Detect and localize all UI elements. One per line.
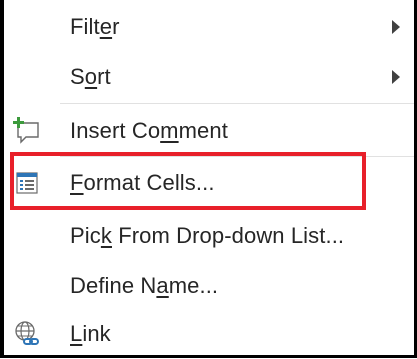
- context-menu: Filter Sort Insert Comment Format Cells.…: [0, 0, 417, 358]
- link-icon: [12, 319, 42, 349]
- insert-comment-icon: [12, 116, 42, 146]
- menu-item-label: Pick From Drop-down List...: [70, 223, 345, 248]
- submenu-arrow-icon: [392, 20, 400, 34]
- menu-separator: [60, 103, 414, 104]
- menu-item-label: Format Cells...: [70, 170, 215, 195]
- menu-item-insert-comment[interactable]: Insert Comment: [4, 106, 414, 156]
- menu-separator: [60, 156, 414, 157]
- menu-item-link[interactable]: Link: [4, 309, 414, 359]
- menu-item-filter[interactable]: Filter: [4, 2, 414, 52]
- menu-item-pick-from-list[interactable]: Pick From Drop-down List...: [4, 211, 414, 261]
- menu-item-label: Link: [70, 321, 111, 346]
- menu-item-label: Sort: [70, 64, 111, 89]
- menu-item-label: Insert Comment: [70, 118, 228, 143]
- menu-item-label: Filter: [70, 14, 120, 39]
- menu-item-format-cells[interactable]: Format Cells...: [4, 158, 414, 208]
- menu-item-sort[interactable]: Sort: [4, 52, 414, 102]
- submenu-arrow-icon: [392, 70, 400, 84]
- menu-item-label: Define Name...: [70, 273, 219, 298]
- format-cells-icon: [12, 168, 42, 198]
- menu-item-define-name[interactable]: Define Name...: [4, 261, 414, 311]
